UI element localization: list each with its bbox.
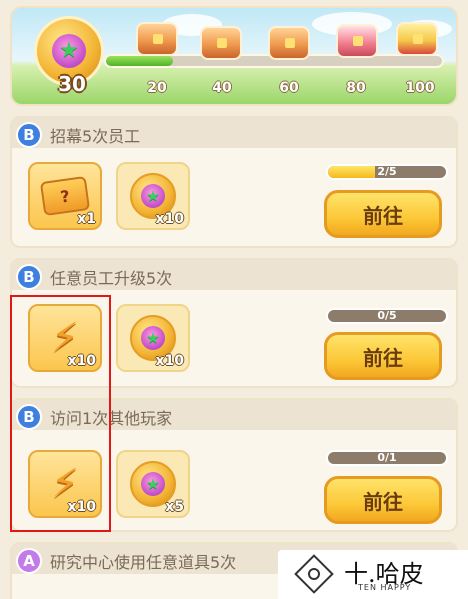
task-progress-bar: 2/5 — [326, 164, 448, 180]
reward-item[interactable]: ★ x5 — [116, 450, 190, 518]
milestone-label: 100 — [405, 80, 435, 96]
reward-item[interactable]: ? x1 — [28, 162, 102, 230]
current-level: 30 — [58, 72, 86, 96]
milestone-label: 80 — [346, 80, 366, 96]
watermark-subtitle: TEN HAPPY — [358, 583, 412, 592]
task-title: 任意员工升级5次 — [50, 269, 173, 288]
milestone-progress-fill — [106, 56, 174, 66]
task-title: 招幕5次员工 — [50, 127, 141, 146]
chest-icon[interactable] — [268, 26, 310, 60]
chest-icon[interactable] — [136, 22, 178, 56]
chest-icon[interactable] — [200, 26, 242, 60]
watermark: 十.哈皮 TEN HAPPY — [278, 550, 468, 599]
go-button[interactable]: 前往 — [324, 190, 442, 238]
watermark-logo-icon — [294, 554, 334, 594]
reward-quantity: x5 — [165, 499, 184, 515]
task-progress-bar: 0/1 — [326, 450, 448, 466]
grade-badge: B — [16, 122, 42, 148]
task-title: 研究中心使用任意道具5次 — [50, 553, 237, 572]
milestone-label: 20 — [147, 80, 167, 96]
chest-icon[interactable] — [396, 22, 438, 56]
reward-quantity: x1 — [77, 211, 96, 227]
task-progress-text: 0/5 — [377, 309, 397, 322]
go-button[interactable]: 前往 — [324, 476, 442, 524]
go-button[interactable]: 前往 — [324, 332, 442, 380]
grade-badge: A — [16, 548, 42, 574]
task-header: B 招幕5次员工 — [12, 118, 456, 148]
task-progress-text: 0/1 — [377, 451, 397, 464]
milestone-label: 60 — [279, 80, 299, 96]
task-progress-text: 2/5 — [377, 165, 397, 178]
highlight-box — [10, 295, 111, 532]
reward-item[interactable]: ★ x10 — [116, 304, 190, 372]
task-progress-bar: 0/5 — [326, 308, 448, 324]
task-header: B 任意员工升级5次 — [12, 260, 456, 290]
task-card: B 招幕5次员工 ? x1 ★ x10 2/5 前往 — [10, 116, 458, 248]
grade-badge: B — [16, 264, 42, 290]
reward-quantity: x10 — [155, 211, 184, 227]
reward-quantity: x10 — [155, 353, 184, 369]
milestone-label: 40 — [212, 80, 232, 96]
reward-item[interactable]: ★ x10 — [116, 162, 190, 230]
chest-icon[interactable] — [336, 24, 378, 58]
milestone-progress-panel: ★ 30 20 40 60 80 100 — [10, 6, 458, 106]
